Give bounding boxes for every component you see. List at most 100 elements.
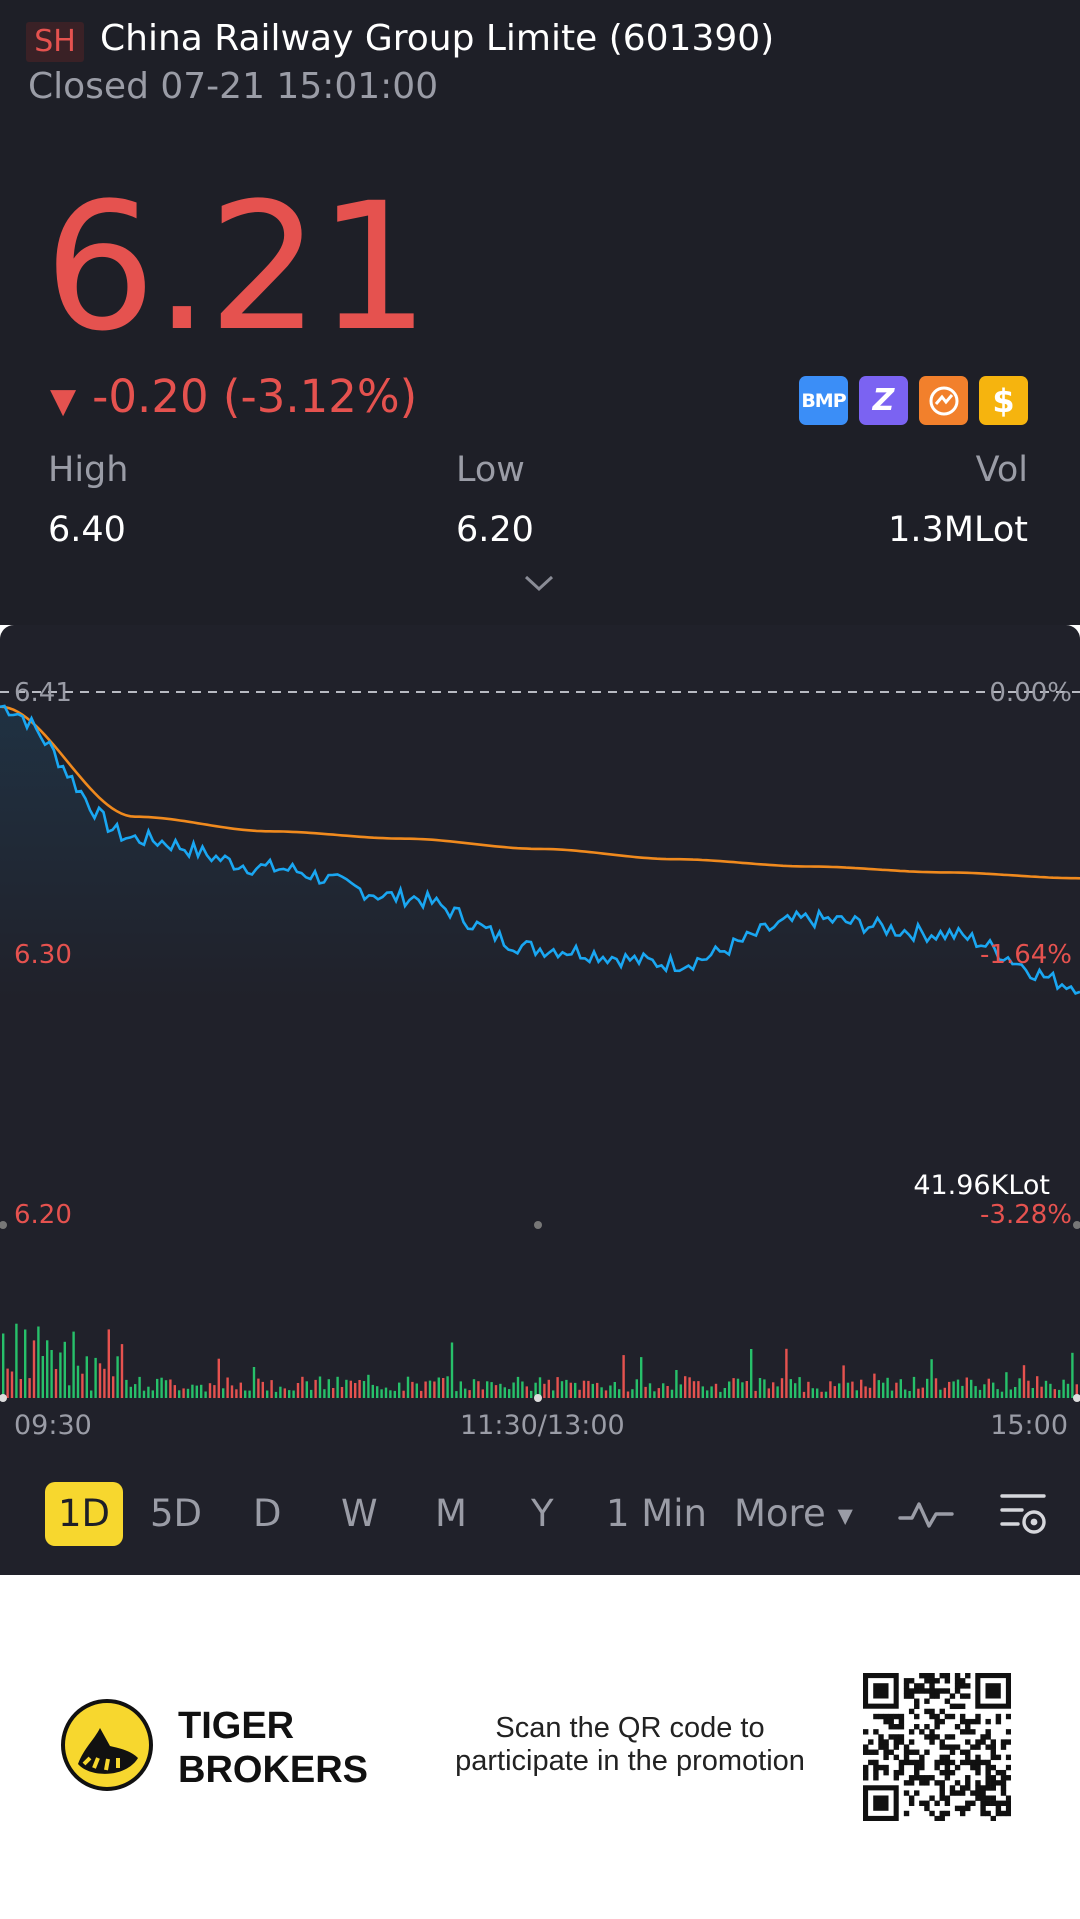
dollar-icon[interactable]: $ [979, 376, 1028, 425]
pct-axis-top-label: 0.00% [989, 678, 1072, 708]
qr-module [883, 1718, 889, 1725]
qr-module [970, 1790, 976, 1796]
y-axis-bottom-label: 6.20 [14, 1200, 72, 1230]
volume-bar [41, 1356, 44, 1398]
qr-module [939, 1708, 945, 1715]
qr-module [1000, 1769, 1007, 1776]
qr-module [1005, 1739, 1011, 1745]
volume-bar [772, 1382, 775, 1398]
tab-year[interactable]: Y [531, 1482, 554, 1546]
qr-module [944, 1698, 951, 1704]
volume-bar [1018, 1378, 1021, 1398]
qr-module [995, 1754, 1002, 1761]
qr-module [873, 1749, 879, 1755]
indicator-icon[interactable] [898, 1492, 954, 1536]
qr-module [863, 1744, 869, 1750]
qr-module [919, 1775, 925, 1781]
volume-bar [222, 1388, 225, 1398]
qr-module [929, 1729, 935, 1735]
volume-bar [873, 1373, 876, 1398]
volume-bar [600, 1387, 603, 1398]
volume-bar [336, 1376, 339, 1398]
qr-module [975, 1785, 981, 1791]
qr-module [868, 1749, 874, 1755]
tab-5d[interactable]: 5D [150, 1482, 202, 1546]
volume-bar [926, 1378, 929, 1398]
volume-bar [1066, 1383, 1070, 1398]
volume-bar [882, 1382, 885, 1398]
qr-module [934, 1688, 940, 1694]
volume-bar [63, 1341, 66, 1398]
volume-bar [213, 1385, 216, 1398]
volume-bar [362, 1381, 366, 1398]
qr-module [985, 1810, 991, 1817]
stock-title[interactable]: China Railway Group Limite (601390) [100, 18, 774, 59]
chevron-down-icon[interactable] [522, 572, 556, 594]
qr-module [975, 1790, 981, 1796]
volume-bar [349, 1380, 352, 1398]
y-axis-top-label: 6.41 [14, 678, 72, 708]
qr-module [944, 1744, 951, 1750]
qr-module [903, 1693, 910, 1699]
volume-bar [1027, 1380, 1030, 1398]
rotate-icon[interactable] [919, 376, 968, 425]
volume-bar [327, 1379, 330, 1398]
volume-bar [657, 1388, 660, 1398]
volume-bar [736, 1378, 740, 1398]
qr-module [1000, 1790, 1007, 1796]
qr-module [980, 1800, 986, 1806]
caret-down-icon: ▼ [837, 1503, 853, 1528]
volume-bar [1022, 1365, 1026, 1398]
volume-bar [1044, 1380, 1048, 1398]
qr-module [980, 1805, 986, 1812]
tab-week[interactable]: W [341, 1482, 378, 1546]
volume-bar [833, 1386, 836, 1398]
volume-bar [384, 1387, 388, 1398]
qr-module [929, 1708, 935, 1715]
qr-module [898, 1739, 905, 1745]
more-dropdown[interactable]: More ▼ [734, 1482, 853, 1546]
tab-1min[interactable]: 1 Min [606, 1482, 707, 1546]
qr-module [985, 1759, 991, 1766]
qr-module [934, 1724, 940, 1730]
qr-module [914, 1688, 920, 1694]
qr-module [949, 1734, 956, 1740]
volume-bar [266, 1390, 269, 1398]
volume-bar [618, 1389, 621, 1398]
qr-module [908, 1708, 915, 1715]
qr-module [975, 1718, 981, 1725]
bmp-icon[interactable]: BMP [799, 376, 848, 425]
qr-module [903, 1790, 910, 1796]
qr-code[interactable] [863, 1673, 1011, 1821]
zz-icon[interactable]: Z [859, 376, 908, 425]
volume-bar [393, 1390, 396, 1398]
qr-module [944, 1734, 951, 1740]
tab-1d[interactable]: 1D [45, 1482, 123, 1546]
qr-module [919, 1729, 925, 1735]
volume-bar [675, 1370, 678, 1398]
qr-module [939, 1754, 945, 1761]
qr-module [975, 1754, 981, 1761]
chart-dot [1073, 1394, 1080, 1402]
volume-bar [908, 1391, 911, 1398]
tab-day[interactable]: D [253, 1482, 282, 1546]
qr-module [990, 1815, 996, 1821]
qr-module [903, 1754, 910, 1761]
qr-module [898, 1718, 905, 1725]
chart-settings-icon[interactable] [998, 1490, 1048, 1538]
qr-module [888, 1749, 894, 1755]
qr-module [919, 1780, 925, 1786]
qr-module [985, 1780, 991, 1786]
qr-module [914, 1775, 920, 1781]
tab-month[interactable]: M [435, 1482, 467, 1546]
volume-bar [754, 1390, 757, 1398]
volume-bar [992, 1382, 995, 1398]
qr-module [1005, 1810, 1011, 1817]
volume-bar [402, 1390, 405, 1398]
volume-bar [662, 1383, 665, 1398]
volume-bar [622, 1355, 625, 1398]
volume-bar [169, 1379, 172, 1398]
volume-bar [468, 1390, 471, 1398]
qr-module [883, 1739, 889, 1745]
volume-bar [948, 1381, 951, 1398]
